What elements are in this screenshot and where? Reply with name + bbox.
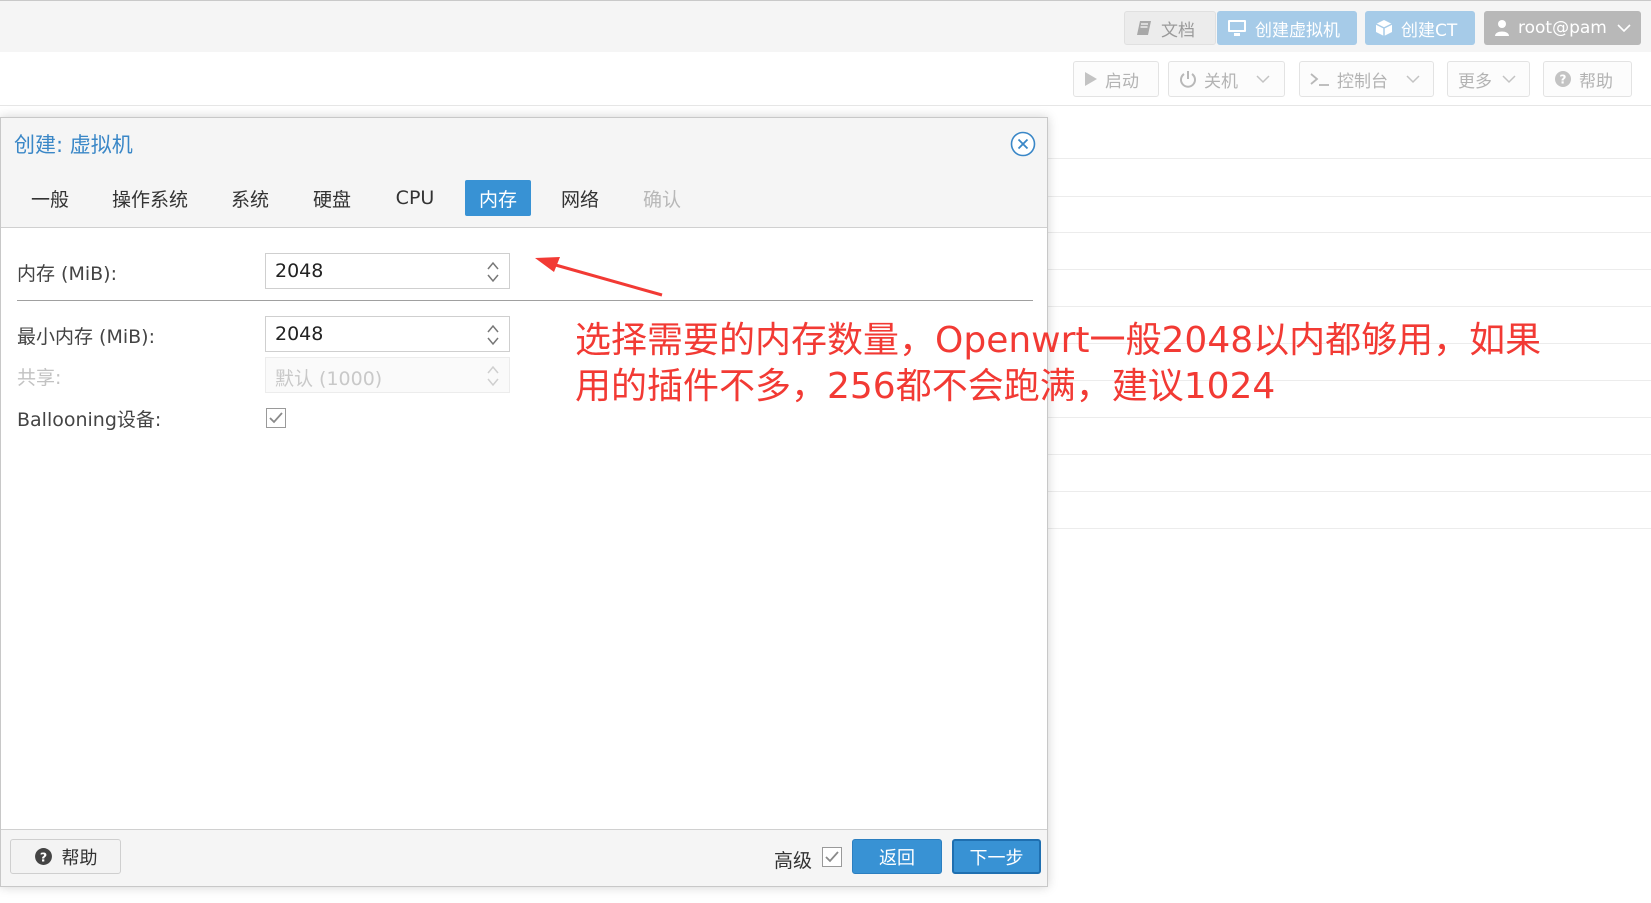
checkmark-icon — [825, 851, 839, 863]
shares-placeholder: 默认 (1000) — [275, 368, 383, 390]
chevron-down-icon — [1256, 75, 1270, 84]
dialog-help-label: 帮助 — [61, 847, 98, 869]
console-label: 控制台 — [1337, 71, 1388, 92]
grid-row-line — [1040, 491, 1651, 492]
tab-general[interactable]: 一般 — [21, 180, 79, 216]
memory-value: 2048 — [275, 260, 324, 282]
svg-text:?: ? — [1560, 73, 1567, 87]
vm-toolbar: 启动 关机 控制台 更多 ? 帮助 — [0, 52, 1651, 106]
user-label: root@pam — [1518, 18, 1607, 38]
back-button[interactable]: 返回 — [852, 839, 942, 874]
annotation-line-2: 用的插件不多，256都不会跑满，建议1024 — [575, 366, 1276, 407]
dialog-help-button[interactable]: ? 帮助 — [10, 839, 121, 874]
top-header: 文档 创建虚拟机 创建CT root@pam — [0, 0, 1651, 52]
start-label: 启动 — [1105, 71, 1139, 92]
more-label: 更多 — [1458, 71, 1492, 92]
advanced-checkbox[interactable] — [822, 847, 842, 867]
spinner-arrows-icon[interactable] — [486, 323, 500, 347]
grid-row-line — [1040, 196, 1651, 197]
terminal-icon — [1310, 73, 1329, 86]
book-icon — [1137, 21, 1151, 35]
more-button[interactable]: 更多 — [1447, 61, 1530, 97]
shares-stepper: 默认 (1000) — [265, 357, 510, 393]
min-memory-value: 2048 — [275, 323, 324, 345]
tab-memory[interactable]: 内存 — [465, 180, 531, 216]
chevron-down-icon — [1502, 75, 1516, 84]
dialog-footer: ? 帮助 高级 返回 下一步 — [1, 832, 1047, 886]
annotation-arrow-icon — [535, 257, 663, 297]
annotation-line-1: 选择需要的内存数量，Openwrt一般2048以内都够用，如果 — [575, 320, 1542, 361]
shares-label: 共享: — [17, 367, 62, 389]
spinner-arrows-icon[interactable] — [486, 260, 500, 284]
chevron-down-icon — [1617, 24, 1631, 33]
grid-row-line — [1040, 454, 1651, 455]
console-button[interactable]: 控制台 — [1299, 61, 1434, 97]
create-ct-button[interactable]: 创建CT — [1365, 11, 1475, 45]
chevron-down-icon — [1406, 75, 1420, 84]
shutdown-button[interactable]: 关机 — [1168, 61, 1285, 97]
memory-stepper[interactable]: 2048 — [265, 253, 510, 289]
help-label: 帮助 — [1579, 71, 1613, 92]
annotation-text: 选择需要的内存数量，Openwrt一般2048以内都够用，如果 用的插件不多，2… — [575, 318, 1651, 410]
memory-label: 内存 (MiB): — [17, 263, 117, 285]
power-icon — [1180, 71, 1196, 88]
user-menu-button[interactable]: root@pam — [1484, 11, 1641, 45]
shutdown-label: 关机 — [1204, 71, 1238, 92]
help-button[interactable]: ? 帮助 — [1543, 61, 1632, 97]
grid-row-line — [1040, 417, 1651, 418]
cube-icon — [1375, 20, 1393, 36]
tab-os[interactable]: 操作系统 — [103, 180, 197, 216]
grid-row-line — [1040, 158, 1651, 159]
user-icon — [1495, 20, 1509, 36]
next-button[interactable]: 下一步 — [952, 839, 1041, 874]
start-button[interactable]: 启动 — [1073, 61, 1159, 97]
create-vm-button[interactable]: 创建虚拟机 — [1217, 11, 1357, 45]
monitor-icon — [1228, 20, 1246, 36]
tab-network[interactable]: 网络 — [551, 180, 609, 216]
question-circle-icon: ? — [34, 848, 52, 865]
spinner-arrows-icon — [487, 365, 499, 387]
create-vm-label: 创建虚拟机 — [1255, 20, 1340, 41]
tab-system[interactable]: 系统 — [221, 180, 279, 216]
tab-cpu[interactable]: CPU — [385, 180, 445, 216]
docs-button[interactable]: 文档 — [1124, 11, 1216, 45]
min-memory-label: 最小内存 (MiB): — [17, 326, 155, 348]
grid-row-line — [1040, 269, 1651, 270]
tab-confirm: 确认 — [642, 188, 681, 211]
advanced-label: 高级 — [774, 850, 813, 872]
docs-label: 文档 — [1161, 20, 1195, 41]
section-divider — [17, 300, 1033, 301]
min-memory-stepper[interactable]: 2048 — [265, 316, 510, 352]
dialog-title: 创建: 虚拟机 — [14, 133, 133, 157]
grid-row-line — [1040, 232, 1651, 233]
ballooning-label: Ballooning设备: — [17, 409, 162, 431]
create-vm-dialog: 创建: 虚拟机 一般 操作系统 系统 硬盘 CPU 内存 网络 确认 内存 (M… — [0, 117, 1048, 887]
create-ct-label: 创建CT — [1401, 20, 1458, 41]
close-icon[interactable] — [1010, 131, 1036, 157]
checkmark-icon — [269, 412, 283, 424]
grid-row-line — [1040, 306, 1651, 307]
grid-row-line — [1040, 528, 1651, 529]
svg-text:?: ? — [39, 849, 46, 864]
tab-disk[interactable]: 硬盘 — [303, 180, 361, 216]
question-circle-icon: ? — [1555, 71, 1571, 87]
ballooning-checkbox[interactable] — [266, 408, 286, 428]
play-icon — [1085, 72, 1097, 86]
wizard-tabs: 一般 操作系统 系统 硬盘 CPU 内存 网络 确认 — [1, 180, 1047, 220]
